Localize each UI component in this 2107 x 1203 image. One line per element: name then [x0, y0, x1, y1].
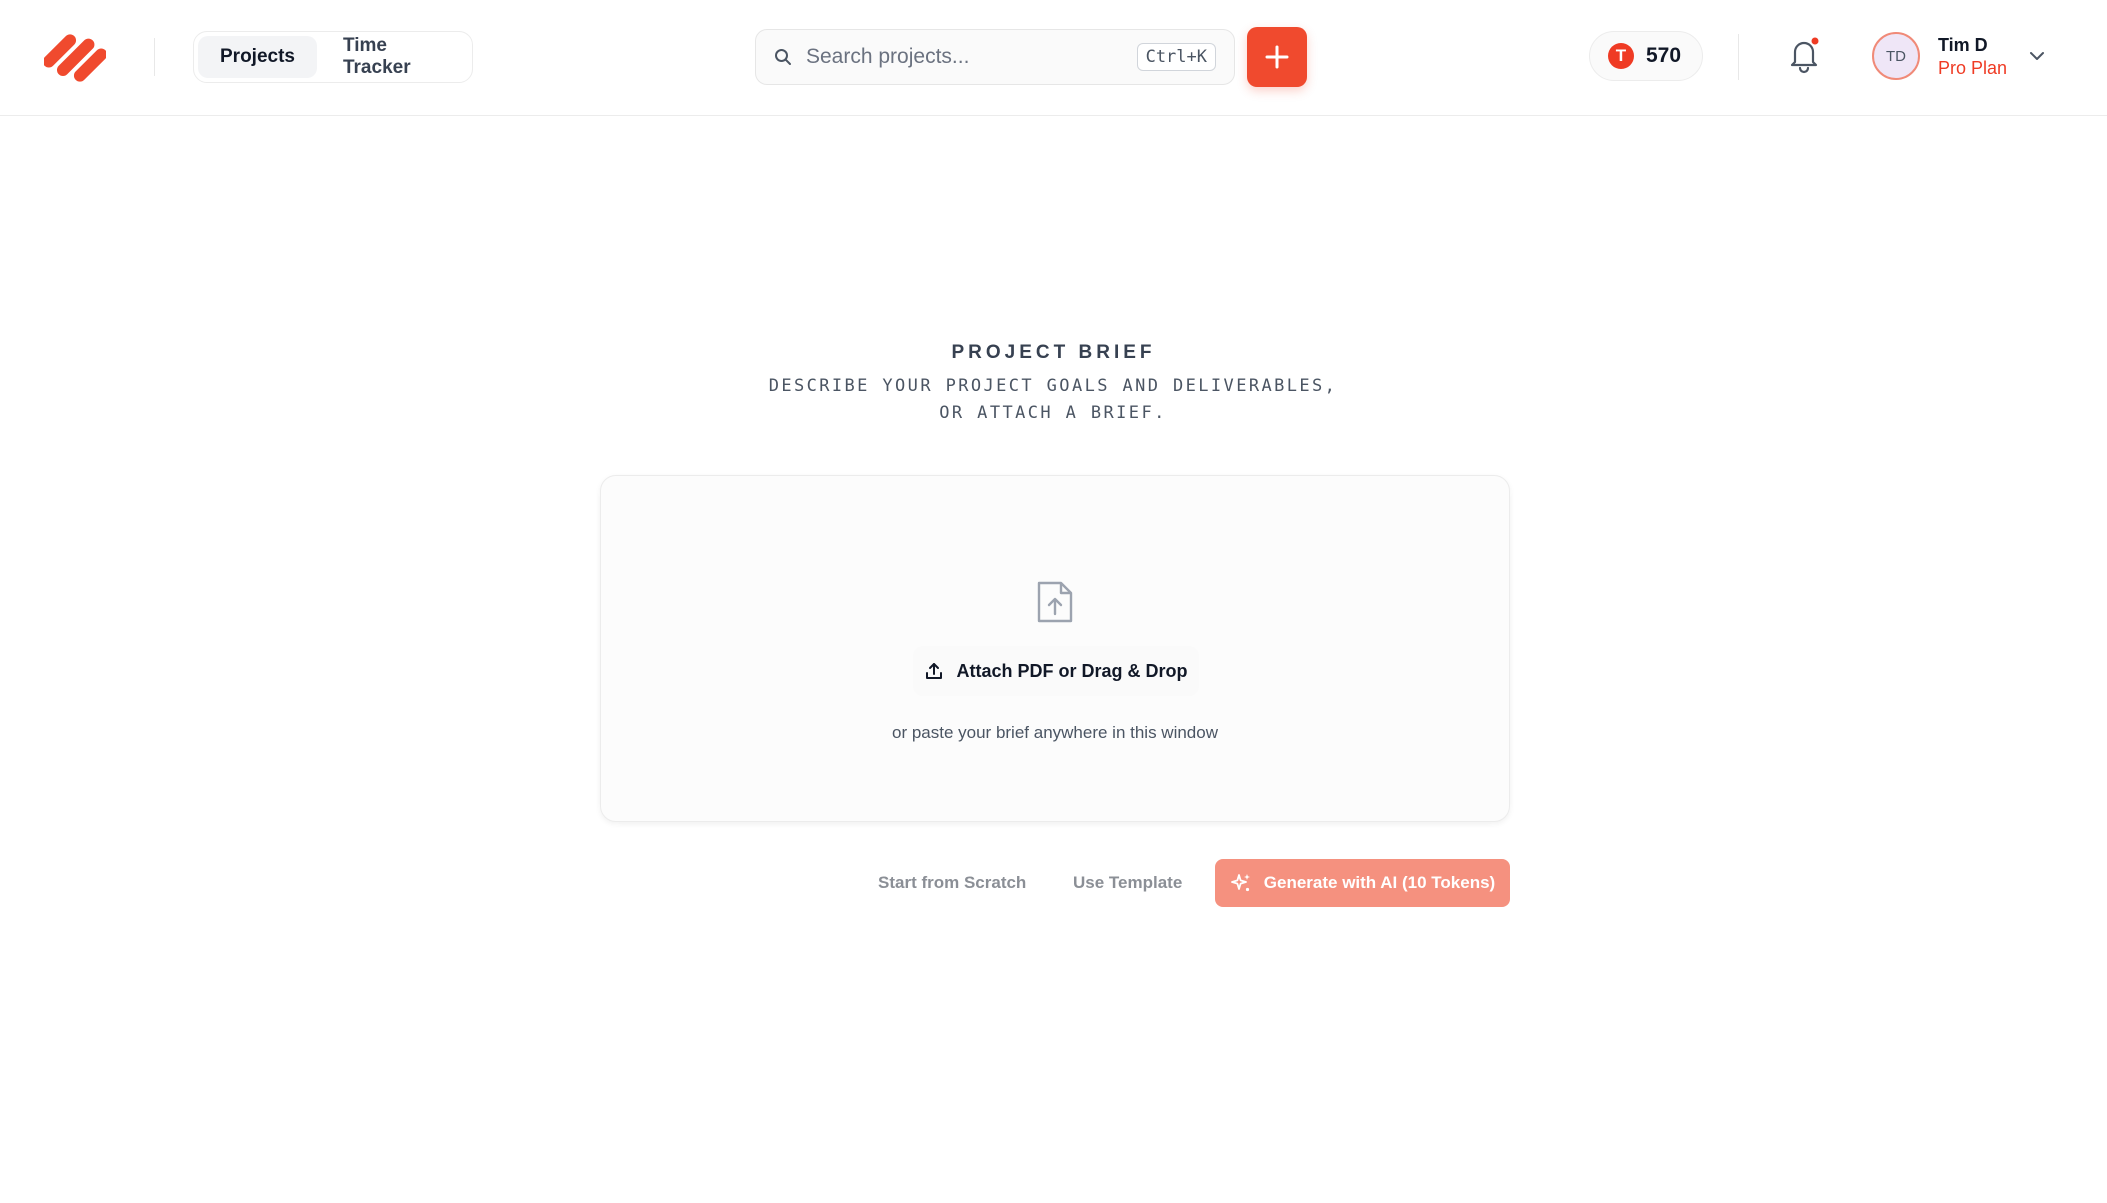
token-balance[interactable]: T 570	[1589, 31, 1703, 81]
search-box[interactable]: Ctrl+K	[755, 29, 1235, 85]
attach-pdf-button[interactable]: Attach PDF or Drag & Drop	[913, 646, 1199, 696]
brand-logo-icon[interactable]	[44, 27, 106, 89]
start-from-scratch-button[interactable]: Start from Scratch	[878, 859, 1026, 907]
avatar[interactable]: TD	[1872, 32, 1920, 80]
search-icon	[775, 49, 791, 65]
use-template-button[interactable]: Use Template	[1073, 859, 1182, 907]
brief-drop-zone[interactable]: Attach PDF or Drag & Drop or paste your …	[600, 475, 1510, 822]
tab-time-tracker[interactable]: Time Tracker	[321, 35, 468, 78]
notification-dot	[1811, 37, 1819, 45]
attach-pdf-label: Attach PDF or Drag & Drop	[956, 660, 1188, 681]
user-menu[interactable]: Tim D Pro Plan	[1938, 34, 2038, 80]
header-divider	[154, 38, 155, 76]
generate-with-ai-button[interactable]: Generate with AI (10 Tokens)	[1215, 859, 1510, 907]
page-subtitle: DESCRIBE YOUR PROJECT GOALS AND DELIVERA…	[768, 376, 1338, 423]
brief-actions: Start from Scratch Use Template Generate…	[860, 859, 1510, 907]
add-project-button[interactable]	[1247, 27, 1307, 87]
chevron-down-icon[interactable]	[2027, 47, 2047, 65]
paste-hint: or paste your brief anywhere in this win…	[892, 723, 1218, 742]
upload-icon	[926, 663, 943, 679]
token-coin-icon: T	[1608, 43, 1634, 69]
user-plan: Pro Plan	[1938, 58, 2008, 78]
file-upload-icon	[1037, 581, 1073, 623]
user-name: Tim D	[1938, 35, 1988, 55]
tab-projects[interactable]: Projects	[198, 36, 317, 78]
token-count: 570	[1646, 44, 1682, 67]
bell-icon[interactable]	[1787, 36, 1821, 74]
plus-icon	[1265, 45, 1289, 69]
top-header: Projects Time Tracker Ctrl+K T 570 TD Ti…	[0, 0, 2107, 116]
page-title: PROJECT BRIEF	[951, 342, 1156, 363]
search-input[interactable]	[806, 45, 1137, 69]
generate-with-ai-label: Generate with AI (10 Tokens)	[1263, 873, 1496, 892]
main-nav-tabs: Projects Time Tracker	[193, 31, 473, 83]
header-divider	[1738, 34, 1739, 80]
search-shortcut-hint: Ctrl+K	[1136, 43, 1216, 71]
sparkle-icon	[1230, 874, 1250, 892]
